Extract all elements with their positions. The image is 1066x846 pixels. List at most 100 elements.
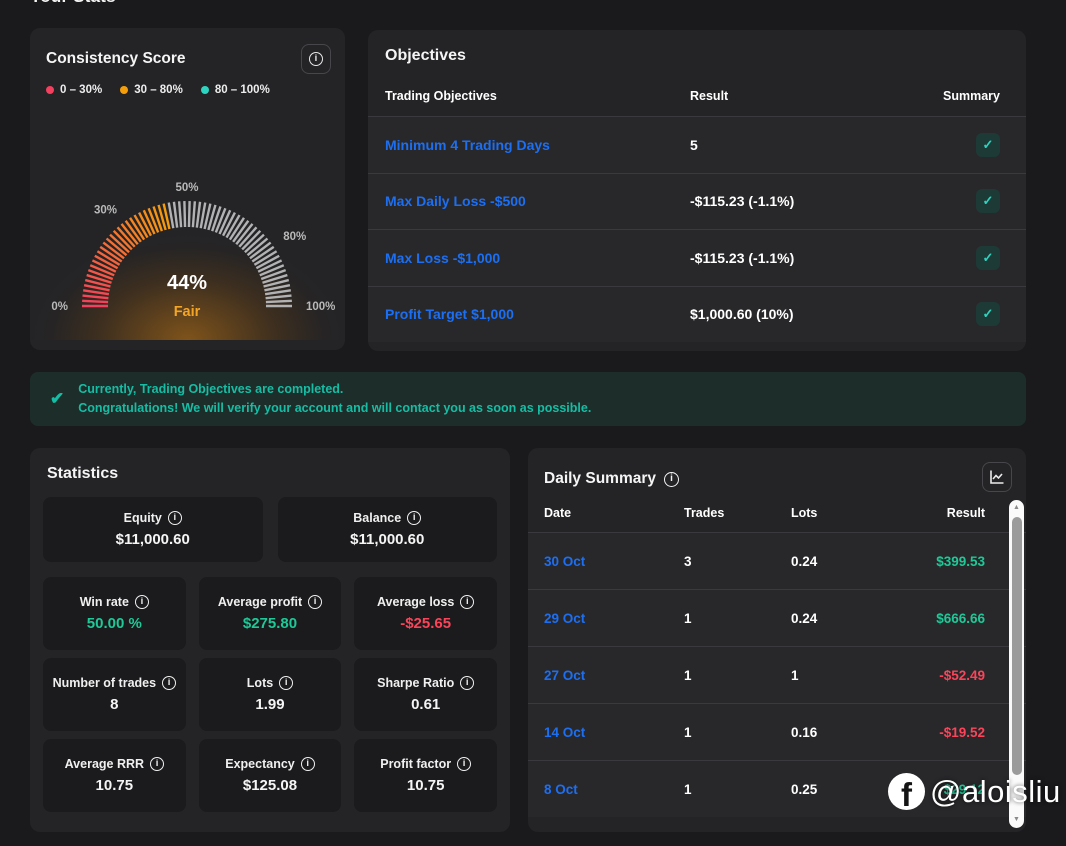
svg-text:80%: 80% — [283, 231, 306, 243]
scroll-down-arrow-icon[interactable]: ▼ — [1009, 815, 1024, 825]
lots-value: 0.24 — [791, 611, 885, 626]
stat-tile: Expectancy i $125.08 — [199, 739, 342, 812]
stat-value: 10.75 — [96, 777, 134, 794]
info-icon[interactable]: i — [279, 676, 293, 690]
legend-label: 30 – 80% — [134, 84, 183, 96]
daily-summary-row: 30 Oct 3 0.24 $399.53 — [528, 532, 1026, 589]
date-link[interactable]: 14 Oct — [544, 725, 684, 740]
result-value: $666.66 — [885, 611, 985, 626]
watermark-handle: @aloisliu — [930, 774, 1061, 810]
daily-summary-row: 29 Oct 1 0.24 $666.66 — [528, 589, 1026, 646]
scroll-up-arrow-icon[interactable]: ▲ — [1009, 503, 1024, 513]
stat-label: Expectancy — [225, 757, 294, 771]
stat-value: $11,000.60 — [350, 531, 424, 548]
check-badge-icon: ✓ — [976, 189, 1000, 213]
daily-summary-row: 14 Oct 1 0.16 -$19.52 — [528, 703, 1026, 760]
objectives-rows: Minimum 4 Trading Days 5 ✓ Max Daily Los… — [368, 116, 1026, 342]
stat-tile: Balance i $11,000.60 — [278, 497, 498, 562]
legend-label: 80 – 100% — [215, 84, 270, 96]
lots-value: 0.25 — [791, 782, 885, 797]
legend-dot-icon — [46, 86, 54, 94]
stat-label: Number of trades — [53, 676, 157, 690]
objective-result: 5 — [690, 137, 916, 153]
consistency-legend: 0 – 30% 30 – 80% 80 – 100% — [30, 80, 345, 96]
statistics-top-tiles: Equity i $11,000.60 Balance i $11,000.60 — [30, 497, 510, 562]
info-icon[interactable]: i — [150, 757, 164, 771]
daily-summary-title: Daily Summary — [544, 470, 656, 488]
consistency-gauge: 0%30%50%80%100%44%Fair — [30, 100, 345, 340]
column-summary: Summary — [916, 89, 1000, 103]
banner-line-1: Currently, Trading Objectives are comple… — [78, 380, 591, 399]
daily-summary-info-icon[interactable]: i — [664, 472, 679, 487]
trades-value: 3 — [684, 554, 791, 569]
stat-label: Win rate — [80, 595, 129, 609]
date-link[interactable]: 8 Oct — [544, 782, 684, 797]
stat-tile: Equity i $11,000.60 — [43, 497, 263, 562]
stat-value: 50.00 % — [87, 615, 142, 632]
stat-label: Equity — [124, 511, 162, 525]
stat-label: Average loss — [377, 595, 454, 609]
stat-label: Average profit — [218, 595, 302, 609]
svg-text:0%: 0% — [51, 301, 68, 313]
result-value: -$19.52 — [885, 725, 985, 740]
watermark: f @aloisliu — [888, 773, 1061, 810]
check-icon: ✔ — [50, 389, 64, 409]
column-trading-objectives: Trading Objectives — [385, 89, 690, 103]
info-icon[interactable]: i — [301, 757, 315, 771]
column-result: Result — [885, 506, 985, 520]
gauge-chart: 0%30%50%80%100%44%Fair — [30, 106, 345, 338]
stat-tile: Average RRR i 10.75 — [43, 739, 186, 812]
info-icon[interactable]: i — [168, 511, 182, 525]
legend-item: 30 – 80% — [120, 84, 183, 96]
column-lots: Lots — [791, 506, 885, 520]
column-trades: Trades — [684, 506, 791, 520]
consistency-score-title: Consistency Score — [46, 44, 186, 68]
daily-summary-row: 27 Oct 1 1 -$52.49 — [528, 646, 1026, 703]
info-icon[interactable]: i — [308, 595, 322, 609]
stat-tile: Lots i 1.99 — [199, 658, 342, 731]
stat-label: Sharpe Ratio — [377, 676, 454, 690]
legend-item: 80 – 100% — [201, 84, 270, 96]
objective-link[interactable]: Max Daily Loss -$500 — [385, 193, 690, 209]
stat-tile: Number of trades i 8 — [43, 658, 186, 731]
check-badge-icon: ✓ — [976, 246, 1000, 270]
objectives-completed-banner: ✔ Currently, Trading Objectives are comp… — [30, 372, 1026, 426]
stat-tile: Average profit i $275.80 — [199, 577, 342, 650]
objectives-row: Minimum 4 Trading Days 5 ✓ — [368, 116, 1026, 173]
objectives-row: Profit Target $1,000 $1,000.60 (10%) ✓ — [368, 286, 1026, 343]
objective-link[interactable]: Max Loss -$1,000 — [385, 250, 690, 266]
stat-tile: Win rate i 50.00 % — [43, 577, 186, 650]
consistency-info-button[interactable]: i — [301, 44, 331, 74]
svg-text:100%: 100% — [306, 301, 335, 313]
date-link[interactable]: 29 Oct — [544, 611, 684, 626]
objective-link[interactable]: Profit Target $1,000 — [385, 306, 690, 322]
info-icon[interactable]: i — [460, 676, 474, 690]
info-icon[interactable]: i — [407, 511, 421, 525]
legend-label: 0 – 30% — [60, 84, 102, 96]
objective-link[interactable]: Minimum 4 Trading Days — [385, 137, 690, 153]
column-date: Date — [544, 506, 684, 520]
lots-value: 0.24 — [791, 554, 885, 569]
info-icon[interactable]: i — [460, 595, 474, 609]
objectives-table-header: Trading Objectives Result Summary — [368, 65, 1026, 116]
check-badge-icon: ✓ — [976, 133, 1000, 157]
info-icon[interactable]: i — [457, 757, 471, 771]
stat-value: 8 — [110, 696, 118, 713]
banner-text: Currently, Trading Objectives are comple… — [78, 380, 591, 419]
svg-text:50%: 50% — [175, 182, 198, 194]
info-icon[interactable]: i — [135, 595, 149, 609]
legend-dot-icon — [120, 86, 128, 94]
stat-label: Average RRR — [65, 757, 144, 771]
daily-summary-chart-button[interactable] — [982, 462, 1012, 492]
objective-result: $1,000.60 (10%) — [690, 306, 916, 322]
info-icon[interactable]: i — [162, 676, 176, 690]
date-link[interactable]: 30 Oct — [544, 554, 684, 569]
scrollbar-thumb[interactable] — [1012, 517, 1022, 775]
date-link[interactable]: 27 Oct — [544, 668, 684, 683]
objective-result: -$115.23 (-1.1%) — [690, 193, 916, 209]
stat-value: -$25.65 — [400, 615, 451, 632]
stat-label: Lots — [247, 676, 273, 690]
statistics-card: Statistics Equity i $11,000.60 Balance i… — [30, 448, 510, 832]
trades-value: 1 — [684, 725, 791, 740]
trades-value: 1 — [684, 668, 791, 683]
